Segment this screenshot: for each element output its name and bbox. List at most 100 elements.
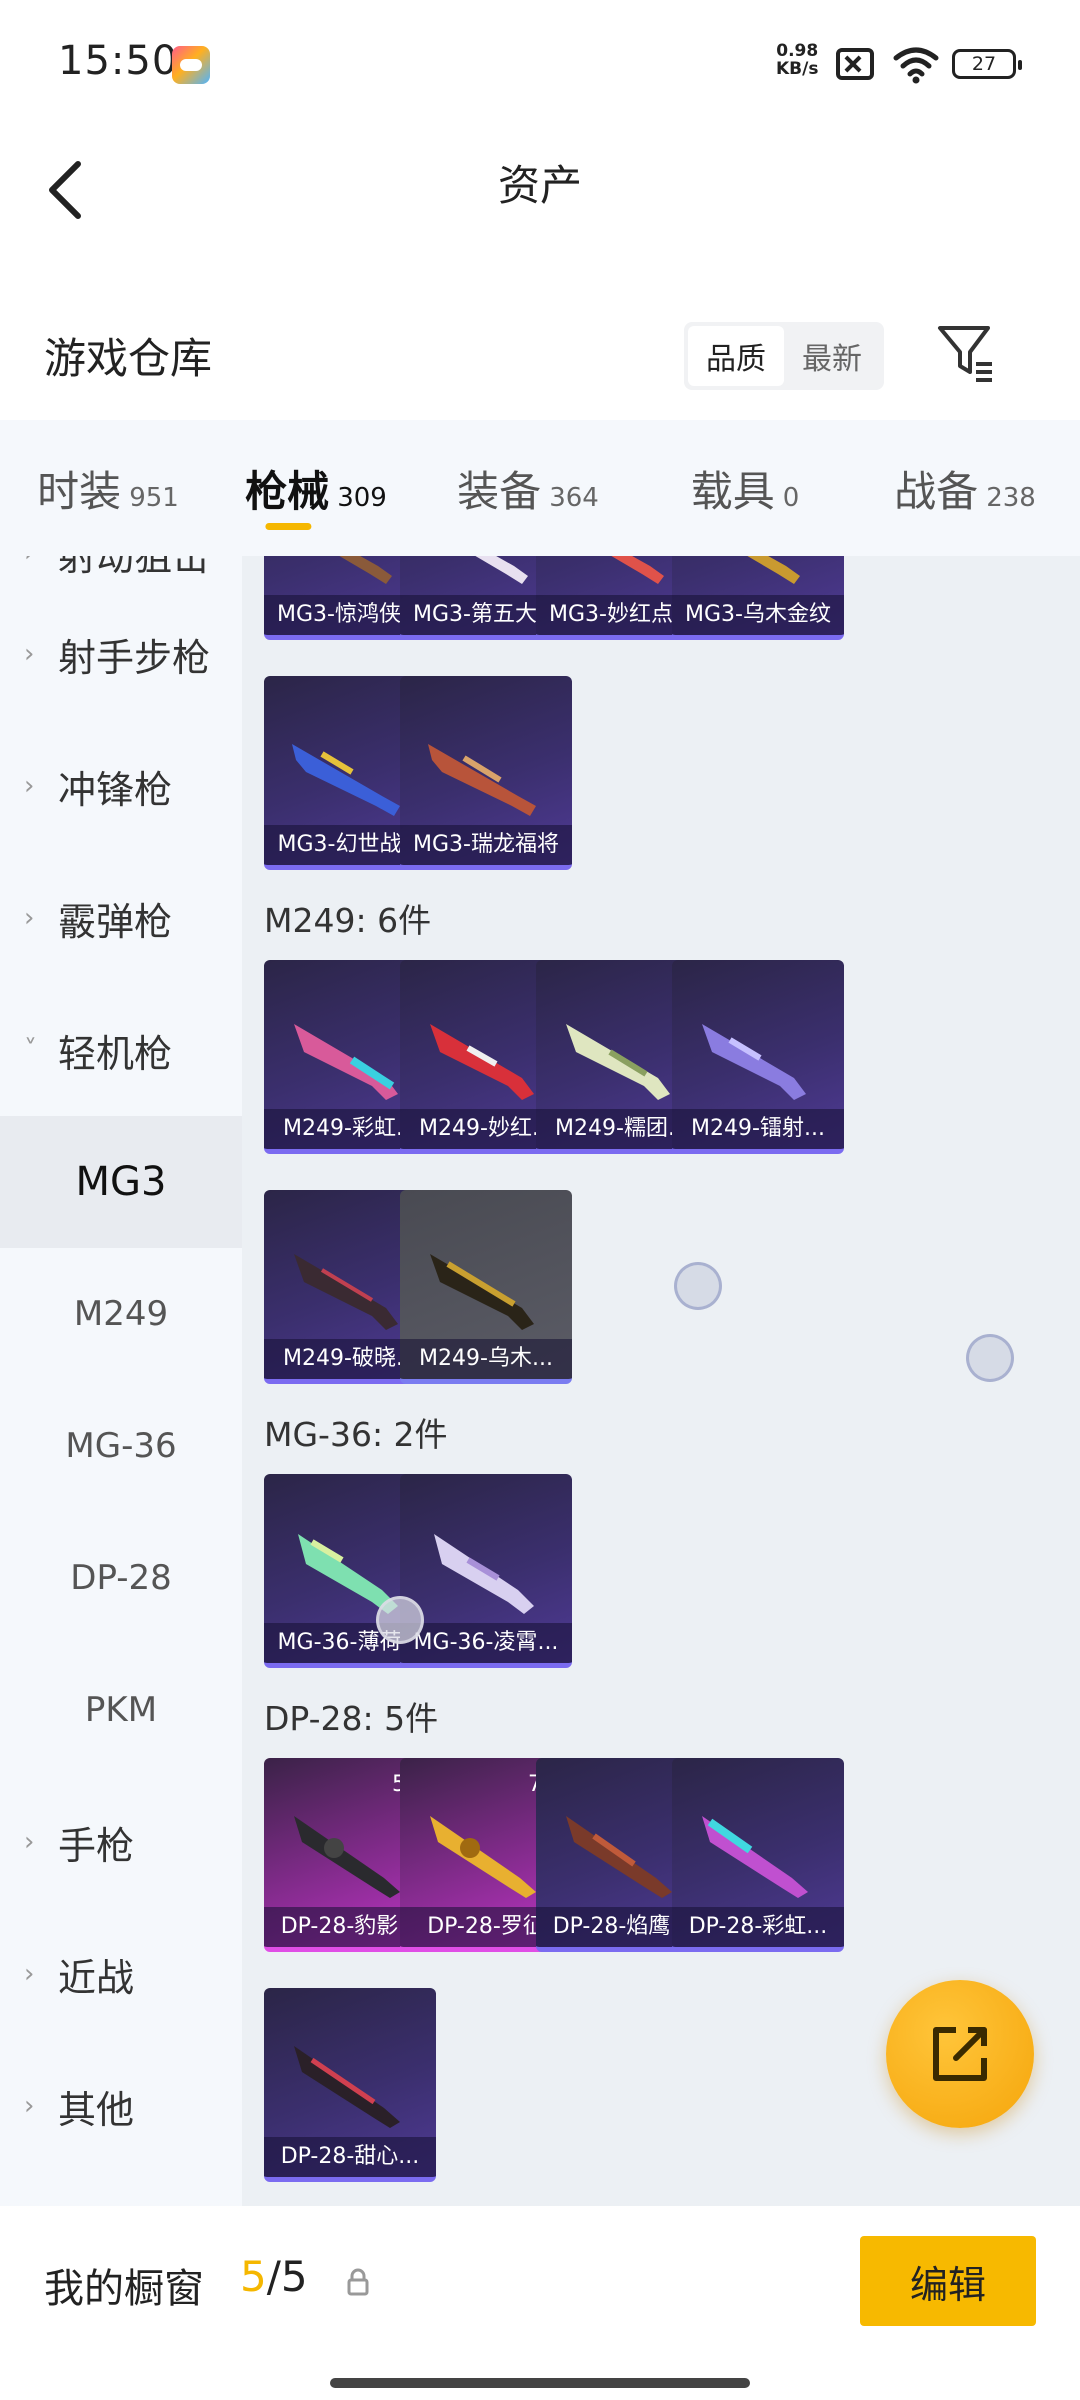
section-header-m249: M249: 6件	[264, 901, 432, 940]
gun-icon	[430, 1024, 534, 1100]
section-header-mg36: MG-36: 2件	[264, 1415, 448, 1454]
tab-label: 装备	[457, 467, 542, 516]
tab-count: 951	[129, 483, 179, 513]
wifi-icon	[893, 47, 939, 84]
skin-name: DP-28-彩虹...	[672, 1907, 844, 1947]
sidebar-item-label: 射动狙击	[58, 556, 211, 579]
lock-icon	[347, 2268, 369, 2296]
gun-icon	[475, 556, 528, 584]
sidebar-sub-m249[interactable]: M249	[0, 1248, 242, 1380]
skin-card[interactable]: MG3-瑞龙福将	[400, 676, 572, 870]
sidebar-sub-mg3[interactable]: MG3	[0, 1116, 242, 1248]
tab-label: 枪械	[245, 467, 330, 516]
touch-indicator	[376, 1596, 424, 1644]
showcase-label: 我的橱窗	[44, 2266, 204, 2312]
tab-label: 载具	[690, 467, 775, 516]
skin-card[interactable]: MG-36-凌霄...	[400, 1474, 572, 1668]
chevron-right-icon: ›	[24, 556, 46, 568]
sidebar-item-label: 其他	[58, 2087, 135, 2132]
gun-icon	[339, 556, 392, 584]
no-sim-icon	[836, 48, 874, 80]
sidebar-item-label: 射手步枪	[58, 635, 211, 680]
skin-grid: MG3-惊鸿侠骨 MG3-第五大道 MG3-妙红点点 MG3-乌木金纹 MG3-…	[242, 556, 1080, 2206]
sidebar-item-melee[interactable]: › 近战	[0, 1908, 242, 2040]
gun-icon	[566, 1816, 672, 1898]
sidebar-item-label: 手枪	[58, 1823, 135, 1868]
gun-icon	[428, 744, 536, 816]
sidebar-item-other[interactable]: › 其他	[0, 2040, 242, 2172]
skin-name: M249-镭射...	[672, 1109, 844, 1149]
tab-count: 309	[337, 483, 387, 513]
battery-indicator: 27	[952, 49, 1022, 79]
sidebar-item-label: 霰弹枪	[58, 899, 173, 944]
touch-indicator	[966, 1334, 1014, 1382]
warehouse-title: 游戏仓库	[44, 334, 213, 383]
tab-count: 364	[549, 483, 599, 513]
active-tab-indicator	[265, 523, 312, 530]
chevron-right-icon: ›	[24, 1827, 35, 1857]
sidebar-item-smg[interactable]: › 冲锋枪	[0, 720, 242, 852]
gun-icon	[747, 556, 800, 584]
sort-quality[interactable]: 品质	[688, 326, 784, 386]
sidebar-item-label: 近战	[58, 1955, 135, 2000]
share-button[interactable]	[886, 1980, 1034, 2128]
gun-icon	[434, 1534, 534, 1614]
skin-card[interactable]: DP-28-甜心...	[264, 1988, 436, 2182]
net-speed-unit: KB/s	[776, 59, 819, 79]
gun-icon	[292, 744, 400, 816]
gun-icon	[294, 2046, 400, 2128]
category-tabs: 时装 951 枪械 309 装备 364 载具 0 战备 238	[0, 420, 1080, 556]
gun-icon	[294, 1816, 400, 1898]
edit-button[interactable]: 编辑	[860, 2236, 1036, 2326]
sidebar-item-partial[interactable]: › 射动狙击	[0, 556, 242, 579]
tab-firearms[interactable]: 枪械 309	[216, 420, 416, 556]
sidebar-item-shotgun[interactable]: › 霰弹枪	[0, 852, 242, 984]
touch-indicator	[674, 1262, 722, 1310]
chevron-right-icon: ›	[24, 639, 35, 669]
home-indicator[interactable]	[330, 2378, 750, 2388]
tab-equipment[interactable]: 装备 364	[416, 420, 640, 556]
filter-icon[interactable]	[936, 322, 996, 384]
skin-card[interactable]: MG3-乌木金纹	[672, 556, 844, 640]
sidebar-item-label: 冲锋枪	[58, 767, 173, 812]
skin-name: MG-36-凌霄...	[400, 1623, 572, 1663]
skin-card[interactable]: M249-镭射...	[672, 960, 844, 1154]
game-center-icon	[172, 46, 210, 84]
section-header-dp28: DP-28: 5件	[264, 1699, 439, 1738]
sort-newest[interactable]: 最新	[784, 326, 880, 386]
sidebar-item-marksman[interactable]: › 射手步枪	[0, 588, 242, 720]
chevron-right-icon: ›	[24, 771, 35, 801]
tab-fashion[interactable]: 时装 951	[0, 420, 216, 556]
sidebar-sub-pkm[interactable]: PKM	[0, 1644, 242, 1776]
sidebar-item-pistol[interactable]: › 手枪	[0, 1776, 242, 1908]
showcase-separator: /	[266, 2252, 281, 2301]
chevron-right-icon: ›	[24, 2091, 35, 2121]
skin-card[interactable]: DP-28-彩虹...	[672, 1758, 844, 1952]
skin-card[interactable]: M249-乌木...	[400, 1190, 572, 1384]
tab-vehicles[interactable]: 载具 0	[640, 420, 850, 556]
tab-count: 238	[986, 483, 1036, 513]
net-speed: 0.98 KB/s	[776, 42, 818, 78]
tab-label: 时装	[37, 467, 122, 516]
gun-icon	[294, 1254, 398, 1330]
app-header: 资产	[0, 130, 1080, 250]
chevron-right-icon: ›	[24, 903, 35, 933]
showcase-count: 5/5	[240, 2252, 308, 2301]
sidebar-sub-dp28[interactable]: DP-28	[0, 1512, 242, 1644]
net-speed-value: 0.98	[776, 41, 819, 61]
skin-name: M249-乌木...	[400, 1339, 572, 1379]
showcase-current: 5	[240, 2252, 267, 2301]
sidebar-item-lmg[interactable]: ˅ 轻机枪	[0, 984, 242, 1116]
skin-name: MG3-乌木金纹	[672, 595, 844, 635]
gun-icon	[566, 1024, 670, 1100]
sidebar-item-label: 轻机枪	[58, 1031, 173, 1076]
gun-icon	[294, 1024, 398, 1100]
chevron-right-icon: ›	[24, 1959, 35, 1989]
sort-toggle: 品质 最新	[684, 322, 884, 390]
showcase-total: 5	[280, 2252, 308, 2301]
sidebar-sub-mg36[interactable]: MG-36	[0, 1380, 242, 1512]
tab-gear[interactable]: 战备 238	[850, 420, 1080, 556]
gun-icon	[430, 1816, 536, 1898]
skin-name: DP-28-甜心...	[264, 2137, 436, 2177]
gun-icon	[430, 1254, 534, 1330]
